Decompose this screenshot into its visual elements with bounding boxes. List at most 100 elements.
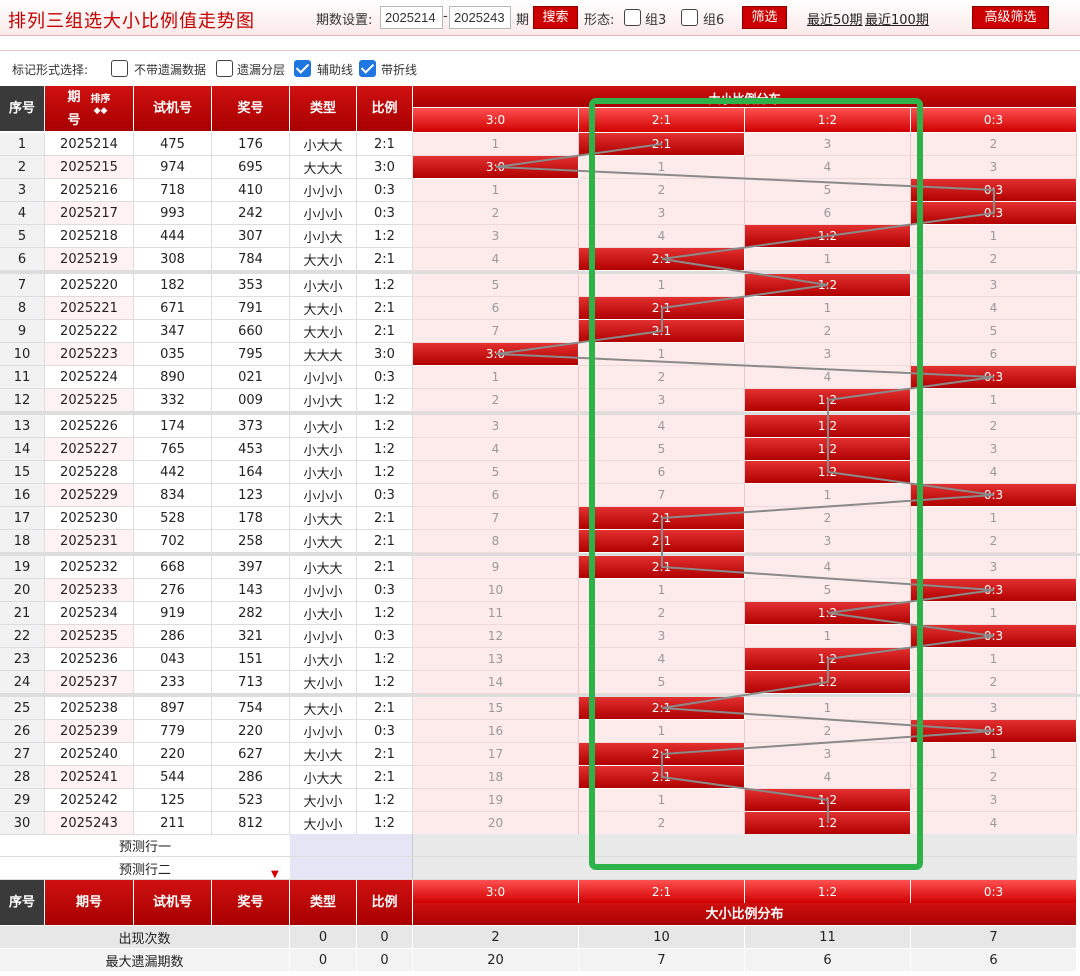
cell-seq: 23 <box>0 648 45 671</box>
cell-issue: 2025232 <box>45 556 134 579</box>
top-toolbar: 排列三组选大小比例值走势图 期数设置: - 期 搜索 形态: 组3 组6 筛选 … <box>0 0 1080 36</box>
cell-ratio: 2:1 <box>357 507 413 530</box>
recent-50-link[interactable]: 最近50期 <box>807 9 863 28</box>
cell-trial: 276 <box>134 579 212 602</box>
cell-prize: 453 <box>212 438 290 461</box>
omit-count-cell: 2 <box>745 507 911 530</box>
omit-count-cell: 1 <box>911 648 1077 671</box>
cell-seq: 29 <box>0 789 45 812</box>
omit-count-cell: 14 <box>413 671 579 694</box>
footer-sub-2-1: 2:1 <box>579 880 745 903</box>
cell-trial: 834 <box>134 484 212 507</box>
cell-prize: 123 <box>212 484 290 507</box>
option-omit-layer-checkbox[interactable] <box>216 60 233 77</box>
ratio-hit-cell: 1:2 <box>745 274 911 297</box>
omit-count-cell: 2 <box>413 389 579 412</box>
cell-prize: 353 <box>212 274 290 297</box>
group-header-distribution: 大小比例分布 <box>413 86 1077 108</box>
stat-count-0-3: 7 <box>911 926 1077 949</box>
cell-ratio: 1:2 <box>357 461 413 484</box>
omit-count-cell: 5 <box>745 179 911 202</box>
cell-trial: 308 <box>134 248 212 271</box>
cell-trial: 125 <box>134 789 212 812</box>
cell-trial: 442 <box>134 461 212 484</box>
predict-row-1-cells[interactable] <box>413 834 1077 857</box>
cell-seq: 19 <box>0 556 45 579</box>
cell-seq: 7 <box>0 274 45 297</box>
period-to-input[interactable] <box>449 6 511 29</box>
cell-ratio: 2:1 <box>357 248 413 271</box>
omit-count-cell: 3 <box>911 697 1077 720</box>
sub-header-1-2: 1:2 <box>745 108 911 132</box>
footer-issue-a: 期 <box>75 895 89 910</box>
cell-issue: 2025228 <box>45 461 134 484</box>
omit-count-cell: 5 <box>413 461 579 484</box>
cell-type: 小小小 <box>290 720 357 743</box>
predict-row-1-label: 预测行一 <box>0 834 290 857</box>
recent-100-link[interactable]: 最近100期 <box>865 9 929 28</box>
ratio-hit-cell: 2:1 <box>579 248 745 271</box>
cell-ratio: 1:2 <box>357 389 413 412</box>
cell-trial: 897 <box>134 697 212 720</box>
omit-count-cell: 1 <box>579 579 745 602</box>
cell-prize: 220 <box>212 720 290 743</box>
cell-type: 小小小 <box>290 179 357 202</box>
period-from-input[interactable] <box>380 6 443 29</box>
cell-issue: 2025223 <box>45 343 134 366</box>
cell-prize: 176 <box>212 133 290 156</box>
omit-count-cell: 4 <box>579 415 745 438</box>
cell-prize: 812 <box>212 812 290 835</box>
sort-control[interactable]: 排序 ◆◆ <box>91 92 111 116</box>
cell-trial: 765 <box>134 438 212 461</box>
footer-header-seq: 序号 <box>0 880 45 926</box>
omit-count-cell: 2 <box>911 133 1077 156</box>
option-no-omit-label: 不带遗漏数据 <box>134 63 207 77</box>
option-aux-line-checkbox[interactable] <box>294 60 311 77</box>
footer-issue-b: 号 <box>89 895 103 910</box>
cell-seq: 30 <box>0 812 45 835</box>
cell-type: 小小大 <box>290 225 357 248</box>
search-button[interactable]: 搜索 <box>533 6 578 29</box>
omit-count-cell: 2 <box>579 179 745 202</box>
cell-trial: 444 <box>134 225 212 248</box>
omit-count-cell: 3 <box>745 743 911 766</box>
option-no-omit-checkbox[interactable] <box>111 60 128 77</box>
group3-checkbox[interactable] <box>624 9 641 26</box>
cell-prize: 373 <box>212 415 290 438</box>
cell-ratio: 2:1 <box>357 133 413 156</box>
group6-checkbox[interactable] <box>681 9 698 26</box>
ratio-hit-cell: 1:2 <box>745 415 911 438</box>
cell-issue: 2025242 <box>45 789 134 812</box>
cell-ratio: 0:3 <box>357 366 413 389</box>
col-header-issue[interactable]: 期 号 排序 ◆◆ <box>45 86 134 132</box>
option-polyline-checkbox[interactable] <box>359 60 376 77</box>
ratio-hit-cell: 2:1 <box>579 320 745 343</box>
cell-issue: 2025214 <box>45 133 134 156</box>
footer-header-ratio: 比例 <box>357 880 413 926</box>
omit-count-cell: 13 <box>413 648 579 671</box>
cell-seq: 13 <box>0 415 45 438</box>
cell-type: 大小大 <box>290 743 357 766</box>
advanced-filter-button[interactable]: 高级筛选 <box>972 6 1049 29</box>
filter-button[interactable]: 筛选 <box>742 6 787 29</box>
cell-issue: 2025243 <box>45 812 134 835</box>
cell-type: 小小小 <box>290 202 357 225</box>
footer-header-issue: 期号 <box>45 880 134 926</box>
omit-count-cell: 2 <box>579 812 745 835</box>
predict-row-1-input[interactable] <box>290 834 413 857</box>
down-arrow-icon[interactable]: ▼ <box>271 869 279 880</box>
predict-row-2-input[interactable] <box>290 857 413 880</box>
cell-seq: 9 <box>0 320 45 343</box>
cell-prize: 151 <box>212 648 290 671</box>
stat-max-omit-3-0: 20 <box>413 949 579 972</box>
ratio-hit-cell: 1:2 <box>745 812 911 835</box>
omit-count-cell: 1 <box>413 366 579 389</box>
omit-count-cell: 6 <box>413 484 579 507</box>
period-label: 期数设置: <box>316 13 373 28</box>
ratio-hit-cell: 1:2 <box>745 671 911 694</box>
footer-sub-0-3: 0:3 <box>911 880 1077 903</box>
cell-prize: 242 <box>212 202 290 225</box>
cell-issue: 2025218 <box>45 225 134 248</box>
cell-trial: 211 <box>134 812 212 835</box>
predict-row-2-cells[interactable] <box>413 857 1077 880</box>
